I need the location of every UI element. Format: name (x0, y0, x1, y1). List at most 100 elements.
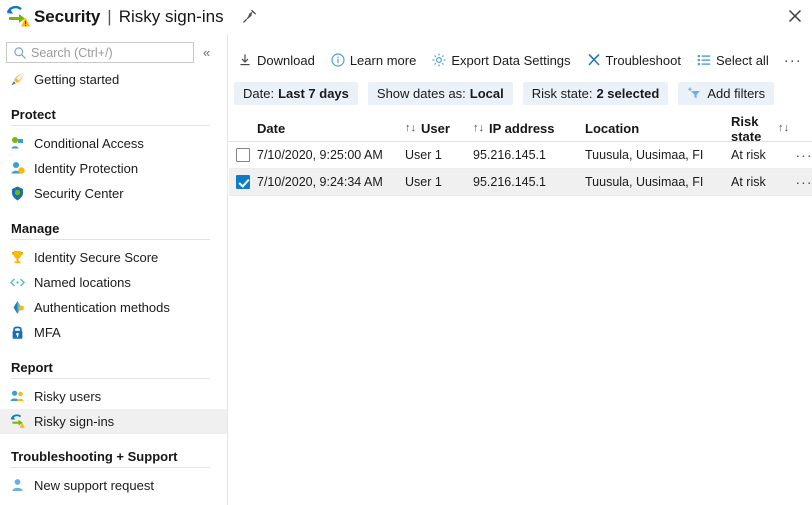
sidebar-item-risky-signins[interactable]: Risky sign-ins (0, 409, 227, 434)
sidebar-item-label: MFA (34, 325, 61, 340)
wrench-icon (586, 52, 602, 68)
filter-date[interactable]: Date: Last 7 days (234, 82, 358, 105)
table-row[interactable]: 7/10/2020, 9:25:00 AM User 1 95.216.145.… (229, 142, 812, 169)
filter-value: Local (469, 86, 504, 101)
cell-date: 7/10/2020, 9:24:34 AM (257, 175, 383, 189)
column-header-date[interactable]: Date (257, 121, 405, 136)
sidebar: « Getting started Protect (0, 34, 228, 505)
content-area: Download Learn more Export Data Settings… (229, 34, 812, 505)
sidebar-item-label: Identity Secure Score (34, 250, 159, 265)
info-icon (330, 52, 346, 68)
search-input[interactable] (7, 43, 193, 62)
sidebar-item-identity-protection[interactable]: Identity Protection (0, 156, 227, 181)
sidebar-item-named-locations[interactable]: Named locations (0, 270, 227, 295)
cell-location: Tuusula, Uusimaa, FI (585, 175, 704, 189)
code-brackets-icon (9, 274, 26, 291)
learn-more-button[interactable]: Learn more (327, 48, 419, 72)
sidebar-section-manage-title: Manage (11, 221, 60, 236)
column-header-user[interactable]: ↑↓ User (405, 121, 473, 136)
row-context-menu-button[interactable]: ··· (789, 147, 812, 163)
column-header-label: Risk state (731, 113, 762, 144)
sidebar-item-new-support-request[interactable]: New support request (0, 473, 227, 498)
sidebar-item-label: Security Center (34, 186, 124, 201)
sidebar-item-label: Identity Protection (34, 161, 139, 176)
cell-risk-state: At risk (731, 175, 766, 189)
filter-name: Date: (243, 86, 275, 101)
row-checkbox-cell (229, 148, 257, 162)
section-divider (11, 378, 210, 379)
collapse-sidebar-icon[interactable]: « (203, 46, 210, 59)
download-icon (237, 52, 253, 68)
filter-risk-state[interactable]: Risk state: 2 selected (522, 82, 669, 105)
export-data-settings-button[interactable]: Export Data Settings (428, 48, 573, 72)
sidebar-item-risky-users[interactable]: Risky users (0, 384, 227, 409)
sidebar-item-conditional-access[interactable]: Conditional Access (0, 131, 227, 156)
close-icon[interactable] (784, 5, 806, 27)
shield-icon (9, 185, 26, 202)
row-checkbox[interactable] (236, 148, 250, 162)
column-header-ip-address[interactable]: ↑↓ IP address (473, 121, 585, 136)
lock-icon (9, 324, 26, 341)
sidebar-item-label: Risky users (34, 389, 102, 404)
filter-name: Show dates as: (376, 86, 466, 101)
filter-name: Risk state: (531, 86, 593, 101)
cell-risk-state: At risk (731, 148, 766, 162)
sort-icon: ↑↓ (405, 122, 416, 134)
toolbar-overflow-button[interactable]: ··· (781, 53, 805, 68)
cell-ip-address: 95.216.145.1 (473, 175, 546, 189)
select-all-icon (696, 52, 712, 68)
risky-signins-table: Date ↑↓ User ↑↓ IP address Location Risk… (229, 114, 812, 196)
sidebar-item-label: Conditional Access (34, 136, 144, 151)
add-filters-button[interactable]: Add filters (678, 82, 775, 105)
toolbar-button-label: Select all (715, 52, 769, 68)
section-divider (11, 125, 210, 126)
add-filter-icon (687, 86, 702, 101)
sidebar-section-report-title: Report (11, 360, 53, 375)
section-divider (11, 239, 210, 240)
toolbar-button-label: Export Data Settings (451, 52, 571, 68)
page-subtitle: Risky sign-ins (118, 7, 224, 26)
filter-bar: Date: Last 7 days Show dates as: Local R… (229, 82, 812, 105)
pin-icon[interactable] (238, 6, 260, 28)
search-box[interactable] (6, 42, 194, 63)
table-row[interactable]: 7/10/2020, 9:24:34 AM User 1 95.216.145.… (229, 169, 812, 196)
sidebar-item-label: Getting started (34, 72, 120, 87)
filter-show-dates-as[interactable]: Show dates as: Local (367, 82, 513, 105)
support-person-icon (9, 477, 26, 494)
security-risky-signins-icon (4, 4, 30, 30)
column-header-label: IP address (489, 121, 555, 136)
sidebar-item-label: Authentication methods (34, 300, 170, 315)
page-title: Security (34, 7, 101, 26)
sidebar-item-getting-started[interactable]: Getting started (0, 67, 227, 92)
cell-user: User 1 (405, 148, 442, 162)
cell-date: 7/10/2020, 9:25:00 AM (257, 148, 383, 162)
risky-users-icon (9, 388, 26, 405)
column-header-risk-state[interactable]: Risk state ↑↓ (731, 114, 789, 144)
search-icon (13, 46, 27, 60)
toolbar-button-label: Troubleshoot (605, 52, 681, 68)
select-all-button[interactable]: Select all (693, 48, 772, 72)
sidebar-item-security-center[interactable]: Security Center (0, 181, 227, 206)
gear-icon (431, 52, 447, 68)
column-header-location[interactable]: Location (585, 121, 731, 136)
cell-ip-address: 95.216.145.1 (473, 148, 546, 162)
sidebar-item-identity-secure-score[interactable]: Identity Secure Score (0, 245, 227, 270)
command-toolbar: Download Learn more Export Data Settings… (229, 45, 812, 75)
sidebar-section-protect-title: Protect (11, 107, 56, 122)
row-checkbox-cell (229, 175, 257, 189)
conditional-access-icon (9, 135, 26, 152)
title-separator: | (107, 7, 112, 26)
identity-protection-icon (9, 160, 26, 177)
sidebar-item-label: Risky sign-ins (34, 414, 115, 429)
sidebar-item-mfa[interactable]: MFA (0, 320, 227, 345)
sidebar-item-authentication-methods[interactable]: Authentication methods (0, 295, 227, 320)
download-button[interactable]: Download (234, 48, 318, 72)
row-context-menu-button[interactable]: ··· (789, 174, 812, 190)
sidebar-search-row: « (0, 42, 227, 63)
sidebar-section-troubleshooting-title: Troubleshooting + Support (11, 449, 178, 464)
row-checkbox[interactable] (236, 175, 250, 189)
filter-name: Add filters (707, 86, 766, 101)
table-header-row: Date ↑↓ User ↑↓ IP address Location Risk… (229, 114, 812, 144)
troubleshoot-button[interactable]: Troubleshoot (583, 48, 684, 72)
toolbar-button-label: Download (257, 52, 315, 68)
